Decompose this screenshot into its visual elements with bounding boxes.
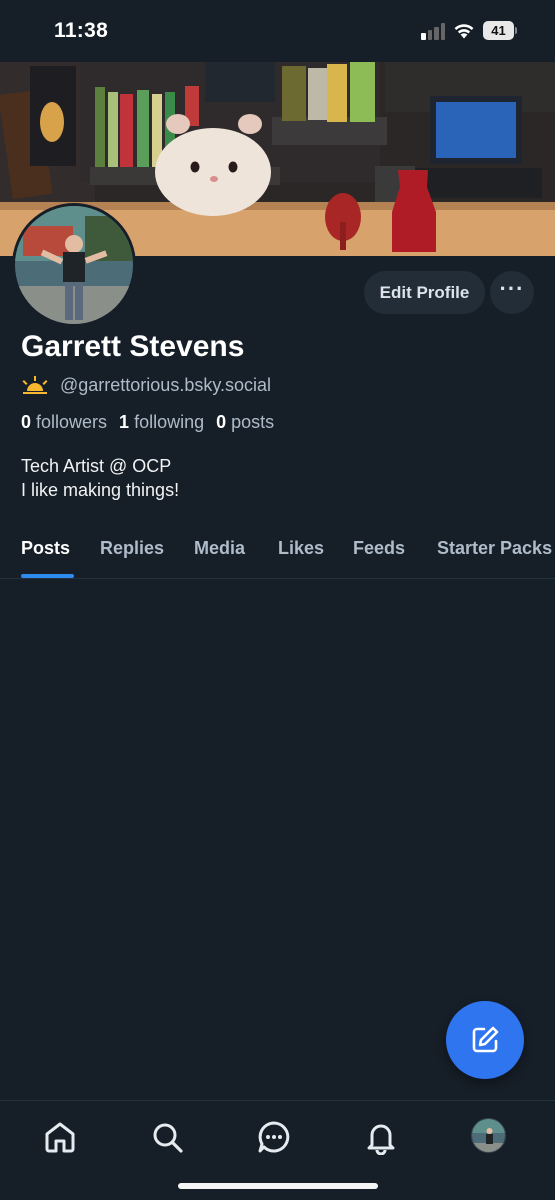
bell-icon [367,1124,395,1156]
battery-level: 41 [483,21,514,40]
search-icon [153,1123,183,1153]
profile-avatar[interactable] [12,203,136,327]
followers-count: 0 [21,412,32,432]
edit-profile-button[interactable]: Edit Profile [364,271,485,314]
avatar-photo [15,206,133,324]
wifi-icon [452,20,476,40]
status-bar: 11:38 41 [0,0,555,62]
nav-profile-avatar[interactable] [471,1118,506,1153]
tab-media[interactable]: Media [194,538,245,559]
profile-stats: 0 followers 1 following 0 posts [21,412,286,433]
following-label: following [134,412,205,432]
tab-replies[interactable]: Replies [100,538,164,559]
posts-count: 0 [216,412,227,432]
nav-notifications[interactable] [363,1119,399,1156]
more-options-icon: ··· [499,276,525,301]
chat-icon [258,1121,290,1153]
bio-line: I like making things! [21,480,180,500]
followers-stat[interactable]: 0 followers [21,412,107,433]
tab-posts[interactable]: Posts [21,538,70,559]
posts-label: posts [231,412,275,432]
profile-tabs: Posts Replies Media Likes Feeds Starter … [0,530,555,579]
posts-stat: 0 posts [216,412,274,433]
user-handle: @garrettorious.bsky.social [60,374,272,395]
battery-icon: 41 [483,21,517,40]
tab-starter-packs[interactable]: Starter Packs [437,538,552,559]
compose-icon [472,1026,499,1053]
active-tab-indicator [21,574,74,578]
tab-likes[interactable]: Likes [278,538,324,559]
display-name: Garrett Stevens [21,330,245,363]
followers-label: followers [36,412,108,432]
profile-bio: Tech Artist @ OCP I like making things! [21,454,179,502]
status-time: 11:38 [54,19,109,42]
nav-search[interactable] [149,1119,185,1155]
avatar [472,1119,505,1152]
home-icon [45,1122,75,1153]
bio-line: Tech Artist @ OCP [21,456,172,476]
following-count: 1 [119,412,130,432]
home-indicator [178,1183,378,1189]
following-stat[interactable]: 1 following [119,412,204,433]
nav-chat[interactable] [256,1119,292,1155]
sunrise-icon [22,376,48,394]
cellular-signal-icon [421,22,447,40]
nav-home[interactable] [42,1119,78,1155]
compose-post-button[interactable] [446,1001,524,1079]
handle-row: @garrettorious.bsky.social [21,373,271,397]
tab-feeds[interactable]: Feeds [353,538,405,559]
more-options-button[interactable]: ··· [490,271,534,314]
